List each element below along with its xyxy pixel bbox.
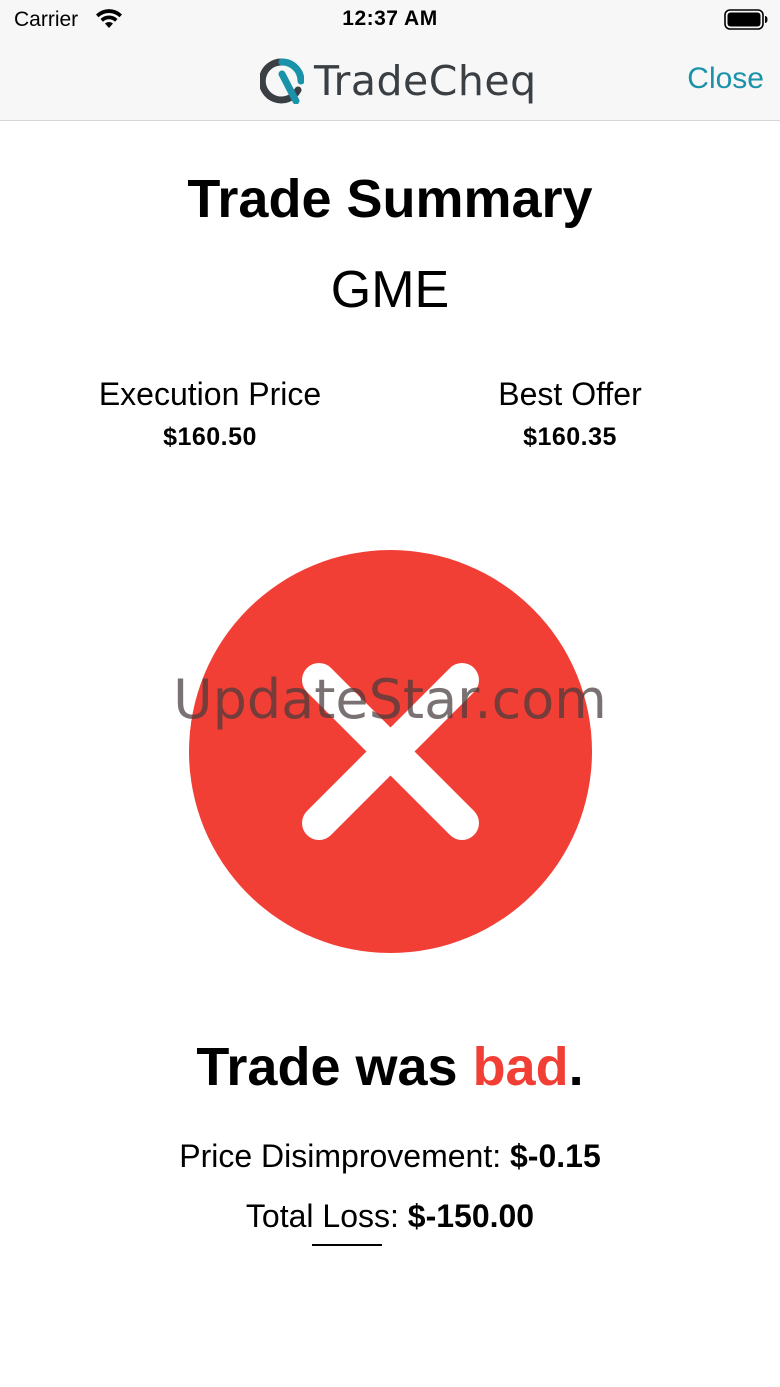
total-loss-line: Total Loss: $-150.00 — [0, 1198, 780, 1235]
total-loss-value: $-150.00 — [407, 1198, 535, 1234]
text-cursor-underline — [312, 1244, 382, 1246]
clock: 12:37 AM — [342, 7, 438, 30]
verdict-word: bad — [472, 1037, 569, 1097]
verdict-prefix: Trade was — [196, 1037, 473, 1097]
best-offer-label: Best Offer — [498, 376, 642, 412]
app-logo: TradeCheq — [260, 56, 537, 106]
battery-icon — [724, 9, 768, 30]
page-title: Trade Summary — [187, 169, 593, 229]
execution-price-label: Execution Price — [98, 376, 322, 412]
best-offer-value: $160.35 — [523, 423, 617, 451]
disimprovement-value: $-0.15 — [510, 1138, 601, 1174]
verdict-suffix: . — [568, 1037, 584, 1097]
nav-bar: TradeCheq Close — [0, 40, 780, 121]
execution-price-value: $160.50 — [163, 423, 257, 451]
tradecheq-logo-icon — [260, 58, 304, 104]
disimprovement-label: Price Disimprovement: — [179, 1138, 510, 1174]
best-offer-block: Best Offer $160.35 — [420, 376, 720, 452]
app-name: TradeCheq — [314, 57, 537, 105]
x-circle-icon — [189, 550, 592, 953]
verdict-text: Trade was bad. — [0, 1036, 780, 1098]
status-bar: Carrier 12:37 AM — [0, 0, 780, 40]
total-loss-label: Total Loss: — [245, 1198, 408, 1234]
close-button[interactable]: Close — [687, 62, 764, 96]
ticker-symbol: GME — [330, 261, 450, 319]
price-disimprovement-line: Price Disimprovement: $-0.15 — [0, 1138, 780, 1175]
execution-price-block: Execution Price $160.50 — [60, 376, 360, 452]
watermark: UpdateStar.com — [173, 668, 607, 731]
